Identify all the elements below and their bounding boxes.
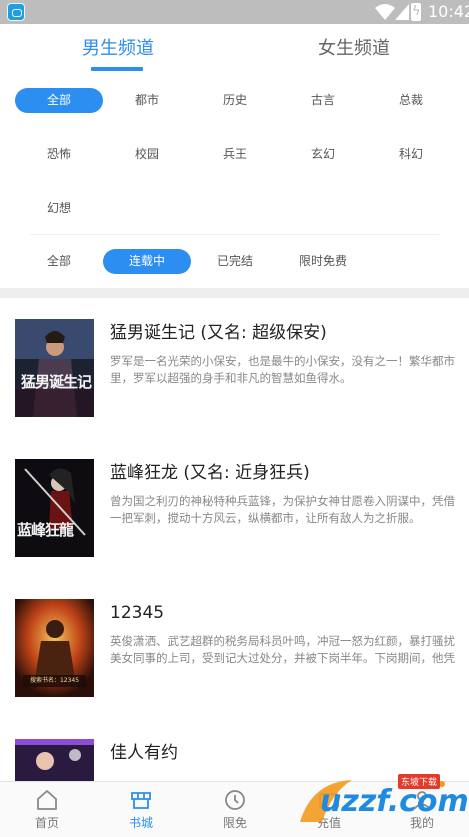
channel-tabs: 男生频道 女生频道 (0, 24, 469, 76)
clock-icon (225, 790, 245, 810)
tab-active-indicator (91, 67, 143, 71)
genre-chip-scifi[interactable]: 科幻 (367, 142, 455, 167)
watermark-text: uzzf.com (320, 784, 469, 819)
section-divider (0, 288, 469, 298)
book-description: 英俊潇洒、武艺超群的税务局科员叶鸣，冲冠一怒为红颜，暴打骚扰美女同事的上司，受到… (110, 634, 455, 665)
status-time: 10:42 (428, 2, 469, 21)
status-chip-ongoing[interactable]: 连载中 (103, 249, 191, 274)
book-description: 罗军是一名光荣的小保安，也是最牛的小保安，没有之一！繁华都市里，罗军以超强的身手… (110, 354, 455, 385)
signal-icon (395, 4, 409, 20)
genre-chip-imagination[interactable]: 幻想 (15, 196, 103, 221)
app-icon (7, 3, 25, 21)
nav-label: 书城 (128, 816, 153, 830)
status-bar: 10:42 (0, 0, 469, 24)
book-cover-text: 蓝峰狂龍 (17, 521, 74, 539)
book-cover[interactable]: 搜索书名：12345 (15, 599, 94, 697)
watermark-subtext: 东坡下载 (398, 774, 441, 789)
book-cover[interactable] (15, 739, 94, 781)
book-cover-text: 搜索书名：12345 (29, 677, 80, 684)
book-title: 佳人有约 (110, 743, 178, 763)
book-cover[interactable]: 蓝峰狂龍 (15, 459, 94, 557)
nav-label: 首页 (34, 816, 59, 830)
genre-chip-history[interactable]: 历史 (191, 88, 279, 113)
book-title: 蓝峰狂龙 (又名: 近身狂兵) (110, 463, 310, 483)
book-item[interactable]: 蓝峰狂龍 蓝峰狂龙 (又名: 近身狂兵) 曾为国之利刃的神秘特种兵蓝锋，为保护女… (0, 459, 469, 599)
book-description: 曾为国之利刃的神秘特种兵蓝锋，为保护女神甘愿卷入阴谋中，凭借一把军刺，搅动十方风… (110, 494, 455, 525)
status-chip-completed[interactable]: 已完结 (191, 249, 279, 274)
book-title: 12345 (110, 603, 165, 623)
genre-chip-fantasy[interactable]: 玄幻 (279, 142, 367, 167)
tab-male-channel[interactable]: 男生频道 (18, 36, 218, 62)
bookstore-icon (131, 792, 151, 809)
nav-home[interactable]: 首页 (0, 782, 94, 837)
genre-chip-campus[interactable]: 校园 (103, 142, 191, 167)
genre-chip-horror[interactable]: 恐怖 (15, 142, 103, 167)
genre-chip-soldier[interactable]: 兵王 (191, 142, 279, 167)
book-item[interactable]: 猛男诞生记 猛男诞生记 (又名: 超级保安) 罗军是一名光荣的小保安，也是最牛的… (0, 319, 469, 459)
status-chip-free[interactable]: 限时免费 (279, 249, 367, 274)
genre-chip-ceo[interactable]: 总裁 (367, 88, 455, 113)
genre-chip-ancient-romance[interactable]: 古言 (279, 88, 367, 113)
nav-bookstore[interactable]: 书城 (94, 782, 188, 837)
wifi-icon (375, 4, 395, 20)
nav-free[interactable]: 限免 (188, 782, 282, 837)
book-cover[interactable]: 猛男诞生记 (15, 319, 94, 417)
genre-chip-city[interactable]: 都市 (103, 88, 191, 113)
book-item[interactable]: 搜索书名：12345 12345 英俊潇洒、武艺超群的税务局科员叶鸣，冲冠一怒为… (0, 599, 469, 739)
nav-label: 限免 (222, 816, 247, 830)
home-icon (37, 790, 57, 810)
book-cover-text: 猛男诞生记 (20, 373, 92, 391)
filter-divider (30, 234, 439, 235)
genre-chip-all[interactable]: 全部 (15, 88, 103, 113)
battery-charging-icon (411, 3, 421, 21)
tab-female-channel[interactable]: 女生频道 (254, 36, 454, 62)
book-title: 猛男诞生记 (又名: 超级保安) (110, 323, 327, 343)
status-chip-all[interactable]: 全部 (15, 249, 103, 274)
